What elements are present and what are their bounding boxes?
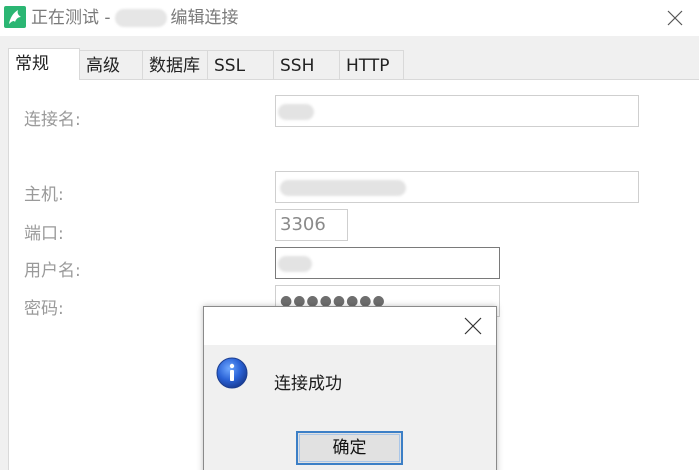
- title-suffix: 编辑连接: [170, 8, 239, 28]
- close-icon: [667, 10, 683, 26]
- password-label: 密码:: [24, 299, 64, 319]
- redacted-value: [280, 180, 406, 196]
- username-label: 用户名:: [24, 261, 81, 281]
- tab-http[interactable]: HTTP: [339, 50, 404, 80]
- connection-name-field[interactable]: [275, 95, 639, 127]
- title-prefix: 正在测试 -: [31, 8, 111, 28]
- info-icon: [216, 357, 248, 389]
- tab-database[interactable]: 数据库: [142, 50, 208, 80]
- dolphin-icon: [4, 6, 26, 28]
- host-label: 主机:: [24, 185, 64, 205]
- host-field[interactable]: [275, 171, 639, 203]
- dialog-message: 连接成功: [274, 374, 342, 394]
- window-title: 正在测试 - 编辑连接: [31, 6, 239, 30]
- tab-ssh[interactable]: SSH: [273, 50, 340, 80]
- ok-button[interactable]: 确定: [296, 431, 403, 465]
- tab-general[interactable]: 常规: [8, 48, 80, 80]
- window-close-button[interactable]: [660, 4, 690, 32]
- close-icon: [464, 317, 482, 335]
- username-field[interactable]: [275, 247, 500, 279]
- connection-result-dialog: 连接成功 确定: [203, 306, 497, 470]
- port-field[interactable]: 3306: [275, 209, 348, 241]
- title-bar: 正在测试 - 编辑连接: [0, 0, 699, 36]
- connection-name-label: 连接名:: [24, 110, 81, 130]
- tab-advanced[interactable]: 高级: [79, 50, 143, 80]
- tab-bar: 常规 高级 数据库 SSL SSH HTTP: [8, 48, 404, 80]
- redacted-connection-name: [114, 9, 167, 27]
- redacted-value: [278, 104, 314, 120]
- edit-connection-window: 正在测试 - 编辑连接 常规 高级 数据库 SSL SSH HTTP 连接名: 主…: [0, 0, 699, 470]
- tab-ssl[interactable]: SSL: [207, 50, 274, 80]
- dialog-close-button[interactable]: [457, 312, 489, 340]
- ok-button-label: 确定: [332, 438, 367, 458]
- redacted-value: [278, 256, 312, 272]
- port-label: 端口:: [24, 224, 64, 244]
- dialog-title-bar: [204, 307, 496, 345]
